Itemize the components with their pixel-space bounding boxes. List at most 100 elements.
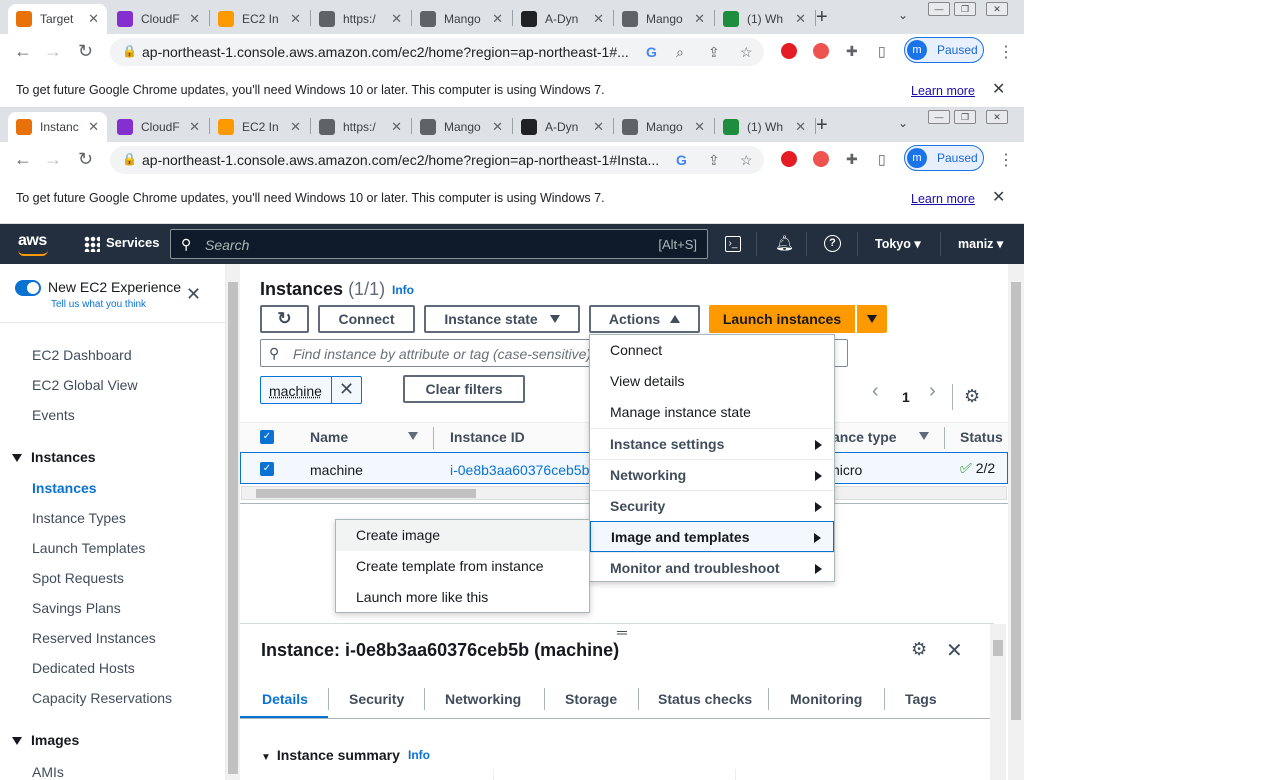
close-tab-icon[interactable]: ✕ bbox=[593, 119, 604, 135]
menu-item-manage-instance-state[interactable]: Manage instance state bbox=[590, 397, 834, 428]
info-link[interactable]: Info bbox=[408, 748, 430, 762]
browser-tab[interactable]: https:/ ✕ bbox=[311, 112, 410, 142]
close-tab-icon[interactable]: ✕ bbox=[88, 11, 99, 27]
row-checkbox[interactable]: ✓ bbox=[260, 462, 274, 476]
browser-tab[interactable]: EC2 In ✕ bbox=[210, 112, 309, 142]
column-status[interactable]: Status bbox=[960, 429, 1003, 445]
launch-dropdown-button[interactable] bbox=[857, 305, 887, 333]
close-icon[interactable]: ✕ bbox=[186, 285, 201, 303]
close-tab-icon[interactable]: ✕ bbox=[391, 119, 402, 135]
sidebar-item-global-view[interactable]: EC2 Global View bbox=[32, 377, 138, 393]
close-tab-icon[interactable]: ✕ bbox=[290, 119, 301, 135]
restore-icon[interactable]: ❐ bbox=[954, 110, 976, 124]
close-tab-icon[interactable]: ✕ bbox=[189, 119, 200, 135]
aws-logo[interactable]: aws bbox=[18, 232, 48, 256]
column-instance-type[interactable]: ance type bbox=[832, 429, 897, 445]
extensions-puzzle-icon[interactable]: ✚ bbox=[846, 151, 858, 168]
sidebar-item-events[interactable]: Events bbox=[32, 407, 75, 423]
sidebar-item-ec2-dashboard[interactable]: EC2 Dashboard bbox=[32, 347, 132, 363]
gear-icon[interactable]: ⚙ bbox=[911, 639, 927, 660]
back-icon[interactable]: ← bbox=[14, 149, 32, 170]
scrollbar-thumb[interactable] bbox=[228, 282, 238, 774]
tab-monitoring[interactable]: Monitoring bbox=[790, 691, 862, 707]
share-icon[interactable]: ⇪ bbox=[708, 44, 720, 61]
google-icon[interactable]: G bbox=[676, 152, 687, 168]
forward-icon[interactable]: → bbox=[44, 149, 62, 170]
launch-instances-button[interactable]: Launch instances bbox=[709, 305, 855, 333]
sort-down-icon[interactable] bbox=[408, 432, 418, 440]
instance-summary-header[interactable]: ▼ Instance summary bbox=[261, 747, 400, 763]
extension-pink-icon[interactable] bbox=[813, 151, 829, 167]
remove-filter-icon[interactable]: ✕ bbox=[339, 379, 354, 400]
share-icon[interactable]: ⇪ bbox=[708, 152, 720, 169]
extension-red-icon[interactable] bbox=[781, 151, 797, 167]
browser-tab[interactable]: CloudF ✕ bbox=[109, 4, 208, 34]
split-drag-handle[interactable]: ═ bbox=[617, 624, 627, 640]
browser-tab[interactable]: (1) Wh ✕ bbox=[715, 112, 814, 142]
browser-tab[interactable]: Instanc ✕ bbox=[8, 112, 107, 142]
tab-details[interactable]: Details bbox=[262, 691, 308, 707]
close-icon[interactable]: ✕ bbox=[992, 79, 1005, 99]
close-tab-icon[interactable]: ✕ bbox=[694, 11, 705, 27]
browser-tab[interactable]: (1) Wh ✕ bbox=[715, 4, 814, 34]
column-instance-id[interactable]: Instance ID bbox=[450, 429, 525, 445]
close-window-icon[interactable]: ✕ bbox=[986, 2, 1008, 16]
close-tab-icon[interactable]: ✕ bbox=[88, 119, 99, 135]
sidebar-item-amis[interactable]: AMIs bbox=[32, 764, 64, 780]
learn-more-link[interactable]: Learn more bbox=[911, 192, 975, 206]
new-tab-icon[interactable]: + bbox=[816, 114, 828, 137]
new-experience-toggle[interactable] bbox=[15, 280, 41, 296]
browser-tab[interactable]: Mango ✕ bbox=[412, 112, 511, 142]
forward-icon[interactable]: → bbox=[44, 41, 62, 62]
sidebar-item-instance-types[interactable]: Instance Types bbox=[32, 510, 126, 526]
sidebar-item-instances[interactable]: Instances bbox=[32, 480, 97, 496]
region-selector[interactable]: Tokyo ▾ bbox=[875, 236, 921, 251]
menu-item-connect[interactable]: Connect bbox=[590, 335, 834, 366]
sidebar-group-instances[interactable]: Instances bbox=[12, 449, 96, 465]
search-input[interactable]: ⚲ Search [Alt+S] bbox=[170, 229, 708, 259]
submenu-item-create-image[interactable]: Create image bbox=[336, 520, 589, 551]
tab-status-checks[interactable]: Status checks bbox=[658, 691, 752, 707]
detail-scrollbar[interactable] bbox=[990, 624, 1006, 780]
browser-tab[interactable]: A-Dyn ✕ bbox=[513, 4, 612, 34]
sidebar-group-images[interactable]: Images bbox=[12, 732, 79, 748]
browser-tab[interactable]: Target ✕ bbox=[8, 4, 107, 34]
close-tab-icon[interactable]: ✕ bbox=[492, 119, 503, 135]
reload-icon[interactable]: ↻ bbox=[78, 41, 93, 62]
bookmark-star-icon[interactable]: ☆ bbox=[740, 44, 753, 61]
main-scrollbar[interactable] bbox=[1008, 264, 1024, 780]
extension-red-icon[interactable] bbox=[781, 43, 797, 59]
tab-search-icon[interactable]: ⌄ bbox=[898, 8, 908, 22]
browser-tab[interactable]: https:/ ✕ bbox=[311, 4, 410, 34]
scrollbar-thumb[interactable] bbox=[1011, 282, 1021, 720]
side-panel-icon[interactable]: ▯ bbox=[878, 151, 886, 168]
page-number[interactable]: 1 bbox=[902, 389, 910, 405]
cloudshell-icon[interactable]: ›_ bbox=[725, 236, 741, 252]
menu-item-view-details[interactable]: View details bbox=[590, 366, 834, 397]
sidebar-item-launch-templates[interactable]: Launch Templates bbox=[32, 540, 145, 556]
extensions-puzzle-icon[interactable]: ✚ bbox=[846, 43, 858, 60]
actions-button[interactable]: Actions bbox=[589, 305, 700, 333]
close-icon[interactable]: ✕ bbox=[992, 187, 1005, 207]
services-menu-button[interactable]: Services bbox=[84, 235, 160, 252]
address-bar[interactable]: 🔒 ap-northeast-1.console.aws.amazon.com/… bbox=[110, 146, 764, 174]
browser-tab[interactable]: Mango ✕ bbox=[614, 4, 713, 34]
scrollbar-thumb[interactable] bbox=[993, 640, 1003, 656]
close-icon[interactable]: ✕ bbox=[946, 638, 963, 663]
submenu-item-create-template-from-instance[interactable]: Create template from instance bbox=[336, 551, 589, 582]
scrollbar-thumb[interactable] bbox=[256, 489, 476, 498]
reload-icon[interactable]: ↻ bbox=[78, 149, 93, 170]
sidebar-item-dedicated-hosts[interactable]: Dedicated Hosts bbox=[32, 660, 135, 676]
submenu-item-launch-more-like-this[interactable]: Launch more like this bbox=[336, 582, 589, 613]
sidebar-scrollbar[interactable] bbox=[226, 264, 240, 780]
sidebar-item-savings-plans[interactable]: Savings Plans bbox=[32, 600, 121, 616]
menu-item-security[interactable]: Security bbox=[590, 490, 834, 521]
clear-filters-button[interactable]: Clear filters bbox=[403, 375, 525, 403]
menu-item-monitor-and-troubleshoot[interactable]: Monitor and troubleshoot bbox=[590, 552, 834, 583]
refresh-button[interactable]: ↻ bbox=[260, 305, 309, 333]
menu-item-instance-settings[interactable]: Instance settings bbox=[590, 428, 834, 459]
extension-pink-icon[interactable] bbox=[813, 43, 829, 59]
tab-storage[interactable]: Storage bbox=[565, 691, 617, 707]
close-tab-icon[interactable]: ✕ bbox=[694, 119, 705, 135]
next-page-icon[interactable]: › bbox=[929, 381, 936, 401]
